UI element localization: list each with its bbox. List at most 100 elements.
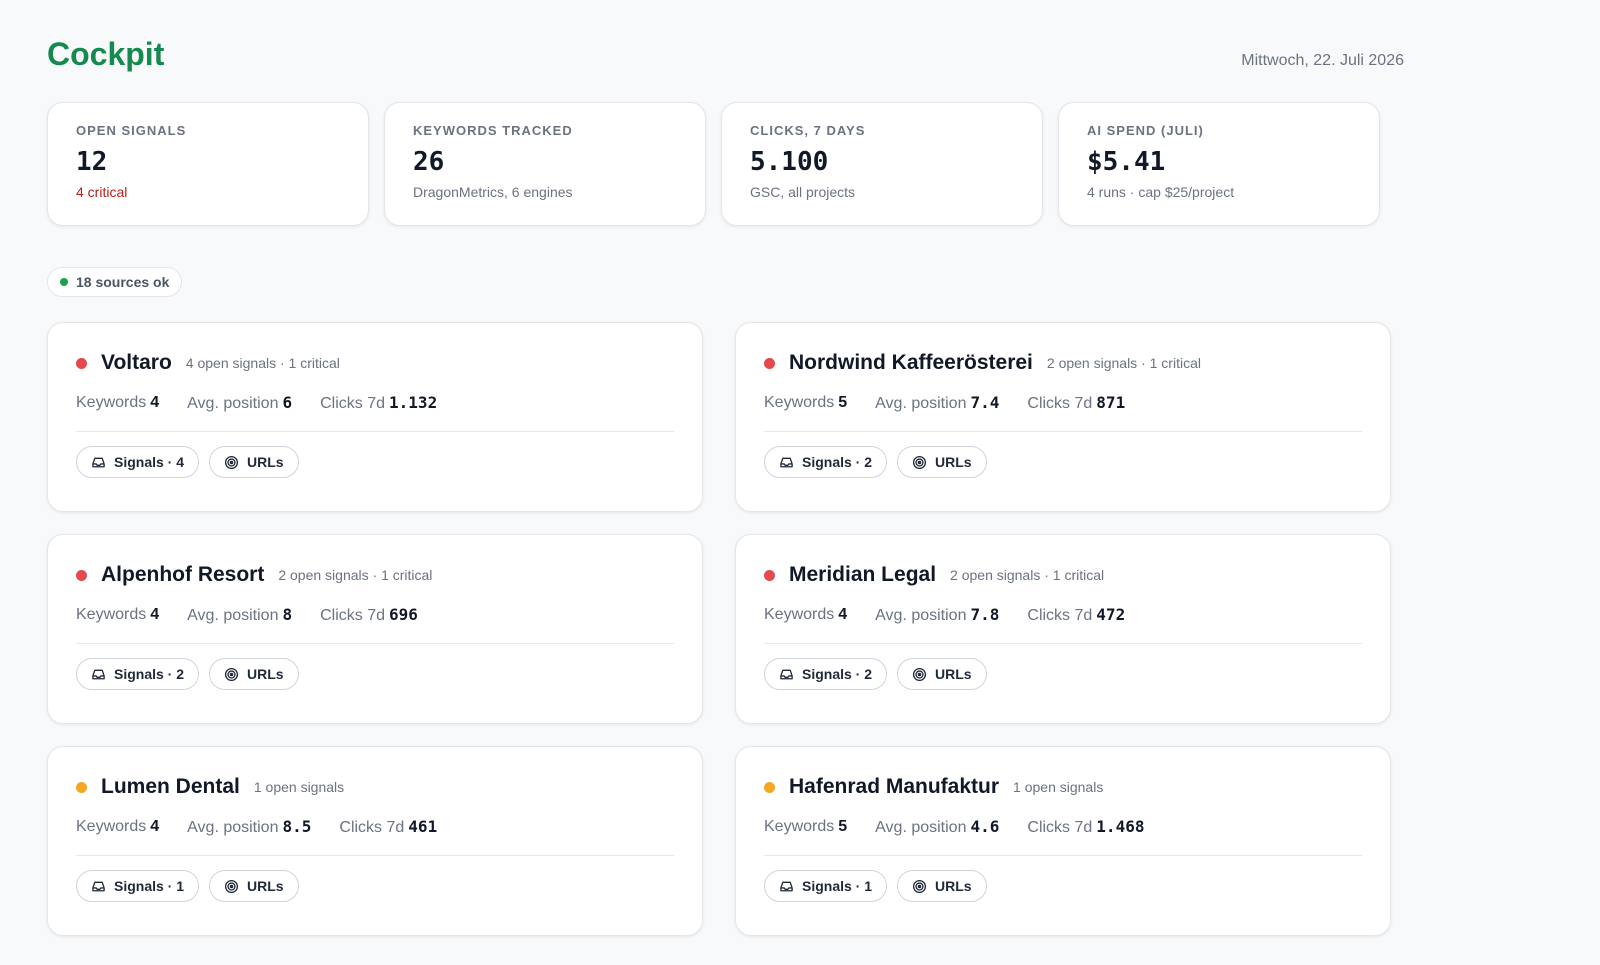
signals-button[interactable]: Signals · 1 bbox=[764, 870, 888, 902]
target-icon bbox=[224, 879, 239, 894]
urls-button[interactable]: URLs bbox=[897, 870, 987, 902]
current-date: Mittwoch, 22. Juli 2026 bbox=[1241, 52, 1404, 69]
stat-label: Open signals bbox=[76, 123, 187, 138]
metric-avg-position: Avg. position 8.5 bbox=[187, 817, 311, 837]
project-signal-summary: 1 open signals bbox=[253, 779, 345, 795]
metric-avg-position: Avg. position 4.6 bbox=[875, 817, 999, 837]
status-dot-icon bbox=[764, 357, 775, 369]
inbox-icon bbox=[91, 455, 106, 470]
project-signal-summary: 1 open signals bbox=[1013, 779, 1104, 795]
urls-button-label: URLs bbox=[247, 454, 284, 470]
urls-button-label: URLs bbox=[935, 454, 972, 470]
metric-value: 7.8 bbox=[970, 605, 1000, 624]
divider bbox=[76, 855, 674, 856]
metric-keywords: Keywords 4 bbox=[764, 606, 847, 624]
metric-value: 8 bbox=[282, 605, 293, 624]
signals-button[interactable]: Signals · 2 bbox=[76, 658, 200, 690]
project-name[interactable]: Meridian Legal bbox=[789, 563, 936, 587]
inbox-icon bbox=[779, 667, 794, 682]
signals-button[interactable]: Signals · 4 bbox=[76, 446, 200, 478]
project-card[interactable]: Nordwind Kaffeerösterei 2 open signals ·… bbox=[735, 322, 1391, 512]
project-signal-summary: 2 open signals · 1 critical bbox=[278, 567, 433, 583]
project-name[interactable]: Hafenrad Manufaktur bbox=[789, 775, 999, 799]
stat-value: 12 bbox=[76, 147, 108, 177]
stat-sub: DragonMetrics, 6 engines bbox=[413, 184, 573, 200]
sources-status-label: 18 sources ok bbox=[76, 274, 170, 290]
project-card[interactable]: Meridian Legal 2 open signals · 1 critic… bbox=[735, 534, 1391, 724]
metric-label: Avg. position bbox=[187, 607, 279, 624]
metric-value: 696 bbox=[389, 605, 418, 624]
status-dot-icon bbox=[764, 781, 775, 793]
status-dot-icon bbox=[76, 781, 87, 793]
project-actions: Signals · 1 URLs bbox=[76, 870, 674, 902]
project-header: Alpenhof Resort 2 open signals · 1 criti… bbox=[76, 561, 674, 589]
sources-status-badge[interactable]: 18 sources ok bbox=[47, 267, 183, 297]
project-card[interactable]: Lumen Dental 1 open signals Keywords 4 Av… bbox=[47, 746, 703, 936]
metric-value: 1.132 bbox=[389, 393, 438, 412]
signals-button[interactable]: Signals · 2 bbox=[764, 658, 888, 690]
metric-value: 8.5 bbox=[282, 817, 312, 836]
metric-keywords: Keywords 5 bbox=[764, 818, 847, 836]
inbox-icon bbox=[779, 455, 794, 470]
project-card[interactable]: Voltaro 4 open signals · 1 critical Keyw… bbox=[47, 322, 703, 512]
project-card[interactable]: Alpenhof Resort 2 open signals · 1 criti… bbox=[47, 534, 703, 724]
metric-avg-position: Avg. position 6 bbox=[187, 393, 292, 413]
signals-button[interactable]: Signals · 1 bbox=[76, 870, 200, 902]
project-signal-summary: 2 open signals · 1 critical bbox=[950, 567, 1105, 583]
metric-value: 1.468 bbox=[1096, 817, 1145, 836]
project-signal-summary: 2 open signals · 1 critical bbox=[1046, 355, 1201, 371]
metric-keywords: Keywords 4 bbox=[76, 818, 159, 836]
signals-button-label: Signals · 1 bbox=[114, 878, 185, 894]
stat-card-ai-spend: AI spend (Juli) $5.41 4 runs · cap $25/p… bbox=[1058, 102, 1380, 226]
project-actions: Signals · 2 URLs bbox=[764, 658, 1362, 690]
divider bbox=[764, 855, 1362, 856]
metric-label: Clicks 7d bbox=[320, 395, 386, 412]
urls-button[interactable]: URLs bbox=[209, 870, 299, 902]
urls-button[interactable]: URLs bbox=[209, 658, 299, 690]
metric-value: 472 bbox=[1096, 605, 1126, 624]
metric-value: 4.6 bbox=[970, 817, 1000, 836]
metric-clicks: Clicks 7d 472 bbox=[1027, 605, 1125, 625]
signals-button[interactable]: Signals · 2 bbox=[764, 446, 888, 478]
target-icon bbox=[224, 667, 239, 682]
urls-button[interactable]: URLs bbox=[897, 446, 987, 478]
stat-card-clicks: Clicks, 7 days 5.100 GSC, all projects bbox=[721, 102, 1043, 226]
metric-value: 5 bbox=[838, 394, 848, 411]
divider bbox=[76, 643, 674, 644]
metric-value: 4 bbox=[150, 606, 160, 623]
project-name[interactable]: Nordwind Kaffeerösterei bbox=[789, 351, 1033, 375]
stat-card-keywords-tracked: Keywords tracked 26 DragonMetrics, 6 eng… bbox=[384, 102, 706, 226]
project-name[interactable]: Alpenhof Resort bbox=[101, 563, 264, 587]
stat-sub: 4 runs · cap $25/project bbox=[1087, 184, 1235, 200]
stat-sub: 4 critical bbox=[76, 184, 128, 200]
stat-label: Clicks, 7 days bbox=[750, 123, 866, 138]
project-name[interactable]: Voltaro bbox=[101, 351, 172, 375]
project-card[interactable]: Hafenrad Manufaktur 1 open signals Keywo… bbox=[735, 746, 1391, 936]
project-actions: Signals · 2 URLs bbox=[764, 446, 1362, 478]
inbox-icon bbox=[91, 667, 106, 682]
stat-card-open-signals: Open signals 12 4 critical bbox=[47, 102, 369, 226]
urls-button-label: URLs bbox=[247, 666, 284, 682]
metric-label: Keywords bbox=[76, 818, 147, 835]
urls-button[interactable]: URLs bbox=[897, 658, 987, 690]
metric-label: Keywords bbox=[764, 818, 835, 835]
project-metrics: Keywords 5 Avg. position 4.6 Clicks 7d 1.46… bbox=[764, 816, 1362, 838]
target-icon bbox=[224, 455, 239, 470]
metric-clicks: Clicks 7d 1.468 bbox=[1027, 817, 1144, 837]
metric-keywords: Keywords 5 bbox=[764, 394, 847, 412]
signals-button-label: Signals · 2 bbox=[114, 666, 185, 682]
metric-label: Avg. position bbox=[187, 395, 279, 412]
stat-label: AI spend (Juli) bbox=[1087, 123, 1204, 138]
metric-value: 461 bbox=[408, 817, 438, 836]
project-name[interactable]: Lumen Dental bbox=[101, 775, 240, 799]
status-dot-icon bbox=[764, 569, 775, 581]
signals-button-label: Signals · 1 bbox=[802, 878, 873, 894]
inbox-icon bbox=[779, 879, 794, 894]
page-title: Cockpit bbox=[47, 36, 165, 72]
project-header: Lumen Dental 1 open signals bbox=[76, 773, 674, 801]
metric-value: 871 bbox=[1096, 393, 1126, 412]
metric-label: Keywords bbox=[764, 606, 835, 623]
divider bbox=[764, 431, 1362, 432]
urls-button[interactable]: URLs bbox=[209, 446, 299, 478]
signals-button-label: Signals · 2 bbox=[802, 666, 873, 682]
